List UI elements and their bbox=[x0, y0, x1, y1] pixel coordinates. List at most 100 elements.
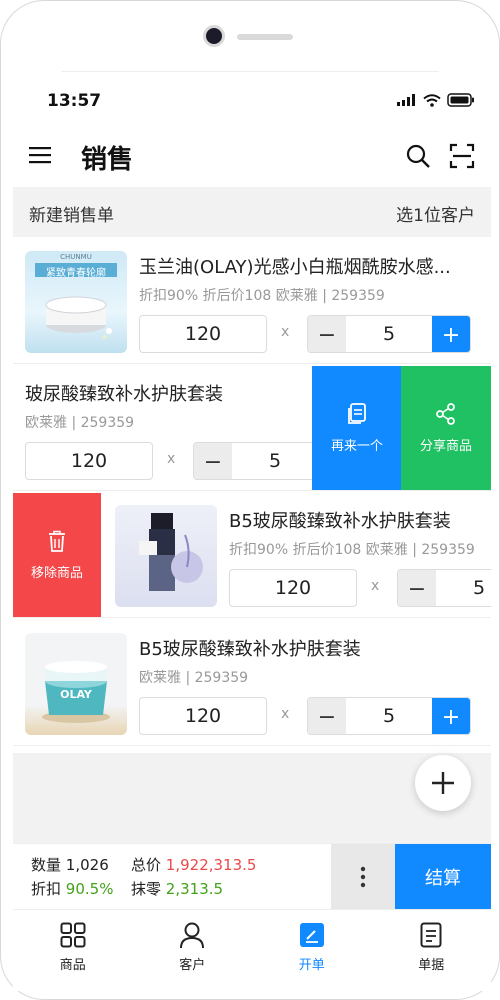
bottom-tab-bar: 商品 客户 开单 单据 bbox=[13, 909, 491, 991]
tab-documents[interactable]: 单据 bbox=[372, 910, 492, 991]
product-thumbnail[interactable]: OLAY bbox=[25, 633, 127, 735]
product-name: 玻尿酸臻致补水护肤套装 bbox=[25, 384, 223, 405]
thumb-brand-text: OLAY bbox=[60, 688, 92, 701]
app-screen: 13:57 销售 新建销售单 选1位客户 CHUNMU 紧致青春轮廓 玉兰油(O… bbox=[13, 81, 491, 991]
reorder-label: 再来一个 bbox=[330, 439, 383, 454]
person-icon bbox=[180, 922, 205, 949]
battery-icon bbox=[447, 93, 474, 107]
wifi-icon bbox=[423, 93, 441, 107]
price-input[interactable]: 120 bbox=[139, 315, 267, 353]
discount-label: 折扣 bbox=[31, 880, 62, 898]
order-sub-header: 新建销售单 选1位客户 bbox=[13, 187, 491, 237]
product-meta: 折扣90% 折后价108 欧莱雅 | 259359 bbox=[229, 542, 475, 558]
total-label: 总价 bbox=[131, 856, 162, 874]
total-summary: 总价 1,922,313.5 bbox=[131, 854, 256, 875]
tab-label: 开单 bbox=[298, 958, 325, 973]
quantity-input[interactable]: 5 bbox=[232, 443, 318, 479]
product-thumbnail[interactable] bbox=[115, 505, 217, 607]
decrease-button[interactable]: − bbox=[308, 316, 346, 352]
more-options-button[interactable] bbox=[331, 844, 395, 910]
order-summary-bar: 数量 1,026 总价 1,922,313.5 折扣 90.5% 抹零 2,31… bbox=[13, 843, 491, 910]
product-name: 玉兰油(OLAY)光感小白瓶烟酰胺水感... bbox=[139, 257, 451, 278]
tab-create-order[interactable]: 开单 bbox=[252, 910, 372, 991]
new-sales-order-label: 新建销售单 bbox=[29, 206, 114, 226]
price-input[interactable]: 120 bbox=[139, 697, 267, 735]
tab-products[interactable]: 商品 bbox=[13, 910, 133, 991]
times-sign: x bbox=[167, 451, 176, 467]
quantity-input[interactable]: 5 bbox=[346, 316, 432, 352]
times-sign: x bbox=[281, 706, 290, 722]
total-value: 1,922,313.5 bbox=[165, 856, 257, 874]
add-product-fab[interactable] bbox=[415, 755, 471, 811]
thumb-banner-text: 紧致青春轮廓 bbox=[46, 268, 106, 279]
signal-icon bbox=[397, 94, 415, 106]
product-meta: 欧莱雅 | 259359 bbox=[139, 670, 249, 686]
times-sign: x bbox=[281, 324, 290, 340]
price-input[interactable]: 120 bbox=[229, 569, 357, 607]
status-icons bbox=[397, 93, 475, 107]
share-icon bbox=[436, 403, 455, 425]
increase-button[interactable]: + bbox=[432, 316, 470, 352]
decrease-button[interactable]: − bbox=[308, 698, 346, 734]
rounding-label: 抹零 bbox=[131, 880, 162, 898]
decrease-button[interactable]: − bbox=[398, 570, 436, 606]
tab-customers[interactable]: 客户 bbox=[133, 910, 253, 991]
page-title: 销售 bbox=[81, 145, 134, 175]
phone-frame: 13:57 销售 新建销售单 选1位客户 CHUNMU 紧致青春轮廓 玉兰油(O… bbox=[0, 0, 500, 1000]
order-item-row: CHUNMU 紧致青春轮廓 玉兰油(OLAY)光感小白瓶烟酰胺水感... 折扣9… bbox=[13, 239, 491, 364]
app-header: 销售 bbox=[13, 127, 491, 185]
quantity-summary: 数量 1,026 bbox=[31, 854, 109, 875]
product-meta: 欧莱雅 | 259359 bbox=[25, 415, 135, 431]
order-item-content: B5玻尿酸臻致补水护肤套装 折扣90% 折后价108 欧莱雅 | 259359 … bbox=[103, 493, 491, 617]
share-label: 分享商品 bbox=[419, 439, 472, 454]
order-item-content: OLAY B5玻尿酸臻致补水护肤套装 欧莱雅 | 259359 120 x − … bbox=[13, 621, 491, 745]
plus-icon bbox=[432, 772, 454, 794]
decrease-button[interactable]: − bbox=[194, 443, 232, 479]
reorder-button[interactable]: 再来一个 bbox=[312, 366, 402, 490]
share-product-button[interactable]: 分享商品 bbox=[401, 366, 491, 490]
price-input[interactable]: 120 bbox=[25, 442, 153, 480]
document-copy-icon bbox=[348, 403, 366, 424]
rounding-value: 2,313.5 bbox=[165, 880, 224, 898]
tab-label: 客户 bbox=[179, 958, 206, 973]
product-name: B5玻尿酸臻致补水护肤套装 bbox=[229, 511, 451, 532]
product-thumbnail[interactable]: CHUNMU 紧致青春轮廓 bbox=[25, 251, 127, 353]
document-icon bbox=[420, 922, 442, 948]
rounding-summary: 抹零 2,313.5 bbox=[131, 878, 223, 899]
order-item-row-swiped-left: 玻尿酸臻致补水护肤套装 欧莱雅 | 259359 120 x − 5 + 再来一… bbox=[13, 366, 491, 491]
more-vertical-icon bbox=[360, 866, 366, 888]
camera-icon bbox=[203, 25, 225, 47]
status-bar: 13:57 bbox=[13, 81, 491, 123]
product-name: B5玻尿酸臻致补水护肤套装 bbox=[139, 639, 361, 660]
discount-value: 90.5% bbox=[65, 880, 114, 898]
bezel-divider bbox=[61, 71, 439, 72]
scan-icon[interactable] bbox=[449, 143, 475, 169]
quantity-input[interactable]: 5 bbox=[346, 698, 432, 734]
increase-button[interactable]: + bbox=[432, 698, 470, 734]
quantity-label: 数量 bbox=[31, 856, 62, 874]
menu-icon[interactable] bbox=[29, 145, 51, 165]
quantity-stepper: − 5 + bbox=[307, 315, 471, 353]
thumb-brand-text: CHUNMU bbox=[60, 253, 92, 261]
speaker-grille bbox=[237, 34, 293, 40]
status-time: 13:57 bbox=[47, 91, 102, 111]
select-customer-link[interactable]: 选1位客户 bbox=[396, 201, 475, 226]
quantity-input[interactable]: 5 bbox=[436, 570, 491, 606]
discount-summary: 折扣 90.5% bbox=[31, 878, 113, 899]
order-item-row: OLAY B5玻尿酸臻致补水护肤套装 欧莱雅 | 259359 120 x − … bbox=[13, 621, 491, 746]
remove-product-button[interactable]: 移除商品 bbox=[13, 493, 101, 617]
tab-label: 商品 bbox=[59, 958, 86, 973]
quantity-value: 1,026 bbox=[65, 856, 109, 874]
tab-label: 单据 bbox=[418, 958, 445, 973]
trash-icon bbox=[49, 530, 65, 552]
edit-icon bbox=[299, 923, 324, 947]
quantity-stepper: − 5 + bbox=[397, 569, 491, 607]
quantity-stepper: − 5 + bbox=[307, 697, 471, 735]
times-sign: x bbox=[371, 578, 380, 594]
order-item-row-swiped-right: B5玻尿酸臻致补水护肤套装 折扣90% 折后价108 欧莱雅 | 259359 … bbox=[13, 493, 491, 618]
checkout-button[interactable]: 结算 bbox=[395, 844, 491, 910]
order-item-content: CHUNMU 紧致青春轮廓 玉兰油(OLAY)光感小白瓶烟酰胺水感... 折扣9… bbox=[13, 239, 491, 363]
grid-icon bbox=[60, 922, 86, 948]
product-meta: 折扣90% 折后价108 欧莱雅 | 259359 bbox=[139, 288, 385, 304]
search-icon[interactable] bbox=[405, 143, 431, 169]
